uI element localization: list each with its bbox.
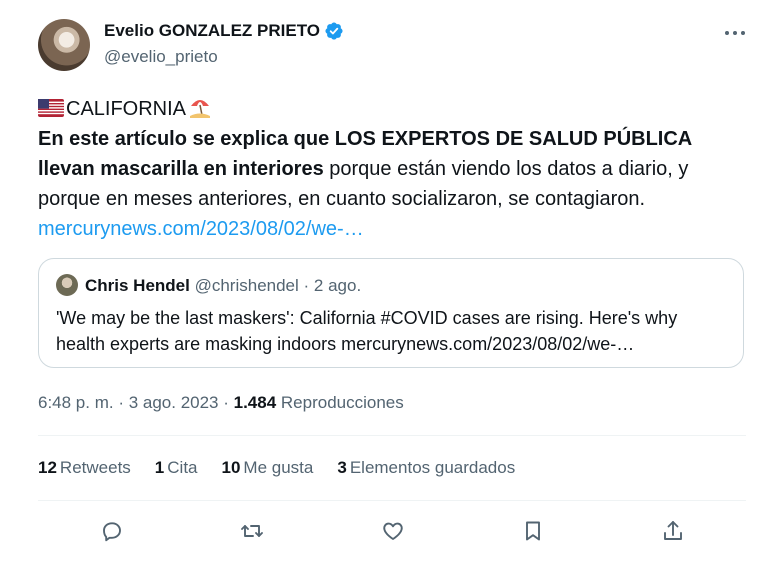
tweet-plain-text-1: porque están viendo los datos a diario, … [323, 158, 689, 180]
quoted-tweet-text-line-2: health experts are masking indoors mercu… [56, 334, 635, 354]
divider [38, 500, 746, 501]
tweet-line-2: En este artículo se explica que LOS EXPE… [38, 124, 750, 154]
divider [38, 435, 746, 436]
quotes-count: 1 [154, 458, 165, 477]
share-button[interactable] [656, 514, 690, 548]
quoted-author-handle[interactable]: @chrishendel [195, 276, 299, 295]
retweets-count: 12 [38, 458, 57, 477]
retweets-stat[interactable]: 12 Retweets [38, 456, 131, 480]
likes-stat[interactable]: 10 Me gusta [222, 456, 314, 480]
author-avatar[interactable] [38, 19, 90, 71]
tweet-headline-line: CALIFORNIA [38, 94, 750, 124]
like-button[interactable] [376, 514, 410, 548]
tweet-bold-text-1: En este artículo se explica que LOS EXPE… [38, 128, 693, 150]
retweet-icon [241, 525, 263, 537]
bookmark-button[interactable] [516, 514, 550, 548]
engagement-stats: 12 Retweets 1 Cita 10 Me gusta 3 Elementos g… [38, 456, 539, 480]
more-options-button[interactable] [722, 22, 748, 44]
quoted-tweet-header: Chris Hendel @chrishendel · 2 ago. [85, 274, 361, 298]
share-icon [664, 521, 682, 540]
reply-icon [103, 522, 121, 542]
bookmark-icon [526, 521, 540, 541]
quoted-author-avatar[interactable] [56, 274, 78, 296]
tweet-headline: CALIFORNIA [66, 98, 187, 120]
quoted-tweet-text: 'We may be the last maskers': California… [56, 305, 726, 357]
author-name[interactable]: Evelio GONZALEZ PRIETO [104, 20, 320, 42]
us-flag-emoji-icon [38, 99, 64, 117]
beach-umbrella-emoji-icon [190, 100, 211, 118]
tweet-link[interactable]: mercurynews.com/2023/08/02/we-… [38, 214, 750, 244]
retweets-label: Retweets [59, 458, 131, 477]
bookmarks-label: Elementos guardados [349, 458, 516, 477]
action-bar [0, 514, 772, 548]
quoted-tweet-text-line-1: 'We may be the last maskers': California… [56, 308, 678, 328]
quotes-label: Cita [167, 458, 198, 477]
retweet-button[interactable] [235, 514, 269, 548]
reply-button[interactable] [95, 514, 129, 548]
bookmarks-count: 3 [337, 458, 347, 477]
heart-icon [383, 522, 403, 540]
views-label: Reproducciones [276, 393, 404, 412]
likes-count: 10 [221, 458, 241, 477]
author-handle[interactable]: @evelio_prieto [104, 46, 218, 68]
tweet-metadata: 6:48 p. m. · 3 ago. 2023 · 1.484 Reprodu… [38, 390, 404, 416]
tweet-line-4: porque en meses anteriores, en cuanto so… [38, 188, 646, 210]
bookmarks-stat[interactable]: 3 Elementos guardados [337, 456, 515, 480]
views-count: 1.484 [233, 393, 277, 412]
author-name-row[interactable]: Evelio GONZALEZ PRIETO [104, 20, 344, 42]
tweet-timestamp[interactable]: 6:48 p. m. · 3 ago. 2023 · [38, 393, 234, 412]
tweet-text: CALIFORNIA En este artículo se explica q… [38, 94, 750, 244]
quotes-stat[interactable]: 1 Cita [155, 456, 198, 480]
verified-badge-icon [325, 22, 343, 40]
likes-label: Me gusta [243, 458, 314, 477]
quoted-author-name[interactable]: Chris Hendel [85, 276, 190, 295]
quoted-tweet-date: · 2 ago. [303, 276, 362, 295]
more-dots-icon [725, 31, 745, 35]
quoted-tweet-card[interactable]: Chris Hendel @chrishendel · 2 ago. 'We m… [38, 258, 744, 368]
tweet-line-3: llevan mascarilla en interiores porque e… [38, 154, 750, 184]
tweet-bold-text-2: llevan mascarilla en interiores [38, 158, 324, 180]
